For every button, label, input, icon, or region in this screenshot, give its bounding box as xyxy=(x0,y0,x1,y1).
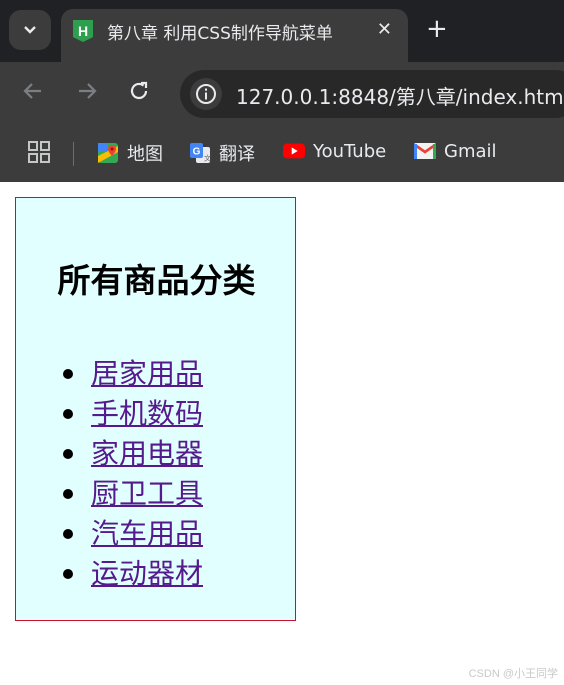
bookmarks-bar: 地图 G文 翻译 YouTube Gmail xyxy=(0,128,564,182)
bookmark-label: YouTube xyxy=(313,140,387,162)
bookmark-gmail[interactable]: Gmail xyxy=(414,140,497,162)
bookmark-separator xyxy=(73,142,74,166)
list-item: 汽车用品 xyxy=(59,514,203,554)
category-link-auto[interactable]: 汽车用品 xyxy=(91,517,203,550)
list-item: 居家用品 xyxy=(59,354,203,394)
category-nav-box: 所有商品分类 居家用品 手机数码 家用电器 厨卫工具 汽车用品 运动器材 xyxy=(15,197,296,621)
url-text[interactable]: 127.0.0.1:8848/第八章/index.html xyxy=(236,81,564,110)
reload-icon xyxy=(130,81,148,100)
google-translate-icon: G文 xyxy=(189,142,211,164)
back-button[interactable] xyxy=(22,80,44,108)
category-list: 居家用品 手机数码 家用电器 厨卫工具 汽车用品 运动器材 xyxy=(59,354,203,594)
close-tab-icon[interactable]: ✕ xyxy=(377,19,392,40)
google-maps-icon xyxy=(97,142,119,164)
tab-search-button[interactable] xyxy=(9,10,51,50)
reload-button[interactable] xyxy=(128,80,150,108)
tab-title: 第八章 利用CSS制作导航菜单 xyxy=(107,24,333,44)
info-icon xyxy=(196,84,216,104)
bookmark-label: 地图 xyxy=(127,144,163,165)
arrow-left-icon xyxy=(23,83,41,99)
bookmark-translate[interactable]: G文 翻译 xyxy=(189,140,255,166)
watermark: CSDN @小王同学 xyxy=(468,668,558,680)
bookmark-youtube[interactable]: YouTube xyxy=(283,140,386,162)
site-info-button[interactable] xyxy=(190,78,222,110)
bookmark-label: 翻译 xyxy=(219,144,255,165)
list-item: 手机数码 xyxy=(59,394,203,434)
active-tab[interactable]: H 第八章 利用CSS制作导航菜单 ✕ xyxy=(61,9,408,62)
hbuilder-icon: H xyxy=(73,20,93,42)
gmail-icon xyxy=(414,140,436,162)
list-item: 家用电器 xyxy=(59,434,203,474)
bullet-icon xyxy=(63,449,73,459)
bookmark-maps[interactable]: 地图 xyxy=(97,140,163,166)
forward-button[interactable] xyxy=(76,80,98,108)
page-title: 所有商品分类 xyxy=(57,261,256,300)
category-link-home[interactable]: 居家用品 xyxy=(91,357,203,390)
list-item: 厨卫工具 xyxy=(59,474,203,514)
category-link-appliances[interactable]: 家用电器 xyxy=(91,437,203,470)
arrow-right-icon xyxy=(79,83,97,99)
youtube-icon xyxy=(283,140,305,162)
tab-strip: H 第八章 利用CSS制作导航菜单 ✕ + xyxy=(0,0,564,62)
category-link-kitchen[interactable]: 厨卫工具 xyxy=(91,477,203,510)
apps-grid-icon[interactable] xyxy=(27,140,51,168)
category-link-sports[interactable]: 运动器材 xyxy=(91,557,203,590)
svg-text:文: 文 xyxy=(204,154,211,163)
bullet-icon xyxy=(63,529,73,539)
category-link-digital[interactable]: 手机数码 xyxy=(91,397,203,430)
new-tab-button[interactable]: + xyxy=(426,16,448,42)
chevron-down-icon xyxy=(24,26,36,34)
bullet-icon xyxy=(63,489,73,499)
svg-text:G: G xyxy=(193,147,201,158)
toolbar: 127.0.0.1:8848/第八章/index.html xyxy=(0,62,564,128)
bullet-icon xyxy=(63,369,73,379)
bookmark-label: Gmail xyxy=(444,140,497,162)
address-bar[interactable]: 127.0.0.1:8848/第八章/index.html xyxy=(180,70,564,118)
bullet-icon xyxy=(63,569,73,579)
list-item: 运动器材 xyxy=(59,554,203,594)
bullet-icon xyxy=(63,409,73,419)
